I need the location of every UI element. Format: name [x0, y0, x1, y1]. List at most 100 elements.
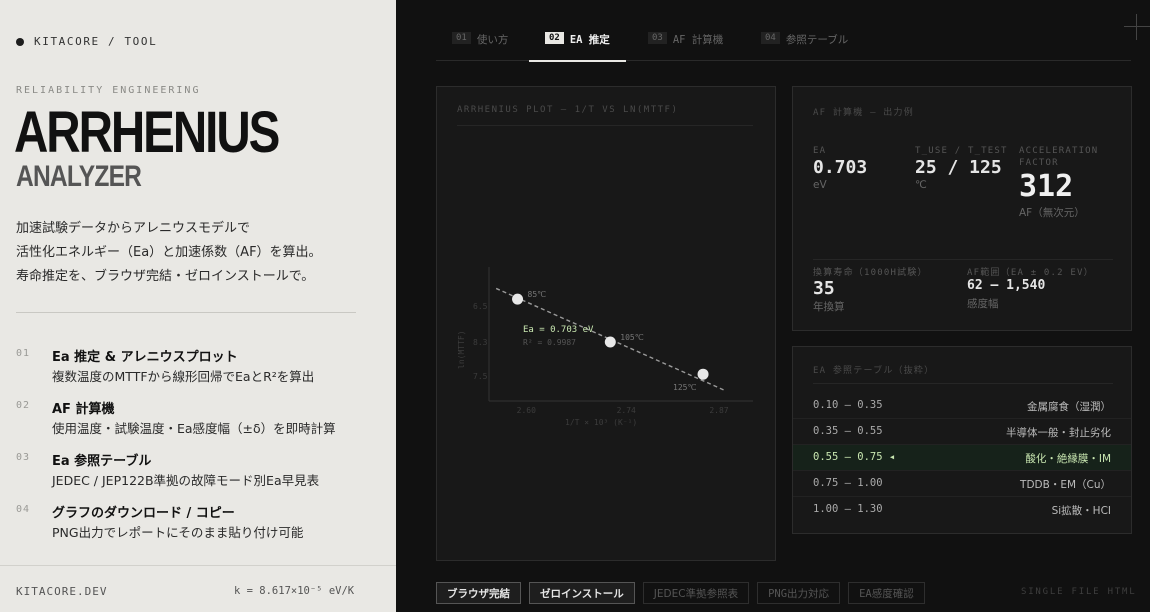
feature-desc: PNG出力でレポートにそのまま貼り付け可能 [52, 525, 304, 540]
y-tick-label: 8.3 [473, 338, 488, 347]
temperature-unit: ℃ [915, 179, 927, 191]
data-point-label: 85℃ [528, 290, 547, 299]
table-row: 0.10 – 0.35 金属腐食（湿潤） [793, 393, 1131, 419]
table-row: 0.75 – 1.00 TDDB・EM（Cu） [793, 471, 1131, 497]
ea-value: 0.703 [813, 157, 868, 178]
feature-title: Ea 参照テーブル [52, 454, 152, 469]
failure-mode: 酸化・絶縁膜・IM [1025, 453, 1111, 465]
divider [813, 383, 1113, 384]
tab-number: 01 [452, 32, 471, 44]
tab-reference-table[interactable]: 04 参照テーブル [761, 28, 848, 61]
divider [0, 565, 396, 566]
ea-reference-panel: EA 参照テーブル（抜粋） 0.10 – 0.35 金属腐食（湿潤） 0.35 … [792, 346, 1132, 534]
r2-label: R² = 0.9987 [523, 338, 576, 347]
failure-mode: 半導体一般・封止劣化 [1006, 427, 1111, 439]
ea-range: 0.35 – 0.55 [813, 425, 883, 437]
data-point [604, 336, 616, 348]
ref-panel-title: EA 参照テーブル（抜粋） [813, 366, 935, 376]
tab-bar: 01 使い方 02 EA 推定 03 AF 計算機 04 参照テーブル [436, 28, 1131, 62]
ea-unit: eV [813, 179, 827, 191]
af-range-value: 62 – 1,540 [967, 278, 1046, 293]
divider [813, 259, 1113, 260]
boltzmann-constant: k = 8.617×10⁻⁵ eV/K [234, 585, 355, 597]
feature-number: 04 [16, 504, 31, 515]
failure-mode: Si拡散・HCI [1051, 505, 1111, 517]
feature-desc: 複数温度のMTTFから線形回帰でEaとR²を算出 [52, 369, 315, 384]
af-range-unit: 感度幅 [967, 298, 999, 310]
failure-mode: TDDB・EM（Cu） [1020, 479, 1111, 491]
tab-label: AF 計算機 [672, 34, 724, 46]
arrhenius-plot-panel: ARRHENIUS PLOT — 1/T VS LN(MTTF) 1/T × 1… [436, 86, 776, 561]
feature-badges: ブラウザ完結 ゼロインストール JEDEC準拠参照表 PNG出力対応 EA感度確… [436, 582, 933, 604]
x-tick-label: 2.74 [617, 406, 636, 415]
brand-dot-icon [16, 37, 24, 46]
intro-panel: KITACORE / TOOL RELIABILITY ENGINEERING … [0, 0, 396, 612]
ea-range: 1.00 – 1.30 [813, 503, 883, 515]
badge-png: PNG出力対応 [757, 582, 841, 604]
tab-af-calculator[interactable]: 03 AF 計算機 [648, 28, 723, 61]
feature-title: グラフのダウンロード / コピー [52, 506, 235, 521]
arrhenius-plot: 1/T × 10³ (K⁻¹) ln(MTTF) 2.60 2.74 2.87 6.5 8… [457, 267, 753, 427]
data-point [697, 368, 709, 380]
ea-range: 0.55 – 0.75 ◂ [813, 451, 895, 463]
acceleration-factor-label: ACCELERATION FACTOR [1019, 146, 1099, 168]
brand[interactable]: KITACORE / TOOL [16, 35, 157, 48]
data-point [512, 293, 524, 305]
intro-text: 加速試験データからアレニウスモデルで 活性化エネルギー（Ea）と加速係数（AF）… [16, 217, 366, 289]
badge-jedec: JEDEC準拠参照表 [642, 582, 750, 604]
y-tick-label: 7.5 [473, 372, 488, 381]
intro-line: 加速試験データからアレニウスモデルで [16, 221, 251, 236]
temperature-value: 25 / 125 [915, 157, 1002, 178]
data-point-label: 125℃ [673, 383, 696, 392]
table-row-highlighted: 0.55 – 0.75 ◂ 酸化・絶縁膜・IM [793, 445, 1131, 471]
page-title: ARRHENIUS [14, 100, 280, 165]
feature-number: 03 [16, 452, 31, 463]
failure-mode: 金属腐食（湿潤） [1027, 401, 1111, 413]
kicker: RELIABILITY ENGINEERING [16, 85, 201, 96]
data-point-label: 105℃ [620, 333, 643, 342]
feature-desc: JEDEC / JEP122B準拠の故障モード別Ea早見表 [52, 473, 320, 488]
y-axis-label: ln(MTTF) [457, 330, 466, 369]
tab-number: 02 [545, 32, 564, 44]
ea-range-text: 0.55 – 0.75 [813, 451, 883, 463]
temperature-label: T_USE / T_TEST [915, 146, 1008, 156]
pointer-left-icon: ◂ [888, 451, 896, 463]
tab-ea-estimate[interactable]: 02 EA 推定 [529, 28, 626, 62]
acceleration-factor-value: 312 [1019, 169, 1074, 204]
x-tick-label: 2.87 [709, 406, 728, 415]
badge-ea-sensitivity: EA感度確認 [848, 582, 925, 604]
app-area: 01 使い方 02 EA 推定 03 AF 計算機 04 参照テーブル ARRH… [396, 0, 1150, 612]
table-row: 0.35 – 0.55 半導体一般・封止劣化 [793, 419, 1131, 445]
tab-label: 参照テーブル [785, 34, 849, 46]
tab-usage[interactable]: 01 使い方 [452, 28, 508, 61]
life-value: 35 [813, 278, 835, 299]
ea-fit-label: Ea = 0.703 eV [523, 325, 594, 335]
ea-range: 0.10 – 0.35 [813, 399, 883, 411]
footer-site-link[interactable]: KITACORE.DEV [16, 585, 107, 598]
tab-number: 03 [648, 32, 667, 44]
af-calculator-panel: AF 計算機 — 出力例 EA 0.703 eV T_USE / T_TEST … [792, 86, 1132, 331]
feature-title: Ea 推定 & アレニウスプロット [52, 350, 238, 365]
x-axis-label: 1/T × 10³ (K⁻¹) [565, 418, 637, 427]
tab-label: 使い方 [476, 34, 509, 46]
badge-zero-install: ゼロインストール [529, 582, 635, 604]
x-tick-label: 2.60 [517, 406, 536, 415]
intro-line: 活性化エネルギー（Ea）と加速係数（AF）を算出。 [16, 245, 322, 260]
tab-number: 04 [761, 32, 780, 44]
plot-ticks: 2.60 2.74 2.87 6.5 8.3 7.5 [473, 302, 729, 415]
ea-label: EA [813, 146, 827, 156]
feature-title: AF 計算機 [52, 402, 115, 417]
feature-number: 01 [16, 348, 31, 359]
single-file-label: SINGLE FILE HTML [1021, 587, 1137, 597]
acceleration-factor-unit: AF（無次元） [1019, 207, 1085, 219]
feature-desc: 使用温度・試験温度・Ea感度幅（±δ）を即時計算 [52, 421, 336, 436]
ea-range: 0.75 – 1.00 [813, 477, 883, 489]
y-tick-label: 6.5 [473, 302, 488, 311]
divider [16, 312, 356, 313]
feature-number: 02 [16, 400, 31, 411]
life-unit: 年換算 [813, 301, 845, 313]
badge-browser-only: ブラウザ完結 [436, 582, 521, 604]
brand-label: KITACORE / TOOL [34, 35, 158, 48]
tab-label: EA 推定 [569, 34, 610, 46]
af-panel-title: AF 計算機 — 出力例 [813, 108, 914, 118]
